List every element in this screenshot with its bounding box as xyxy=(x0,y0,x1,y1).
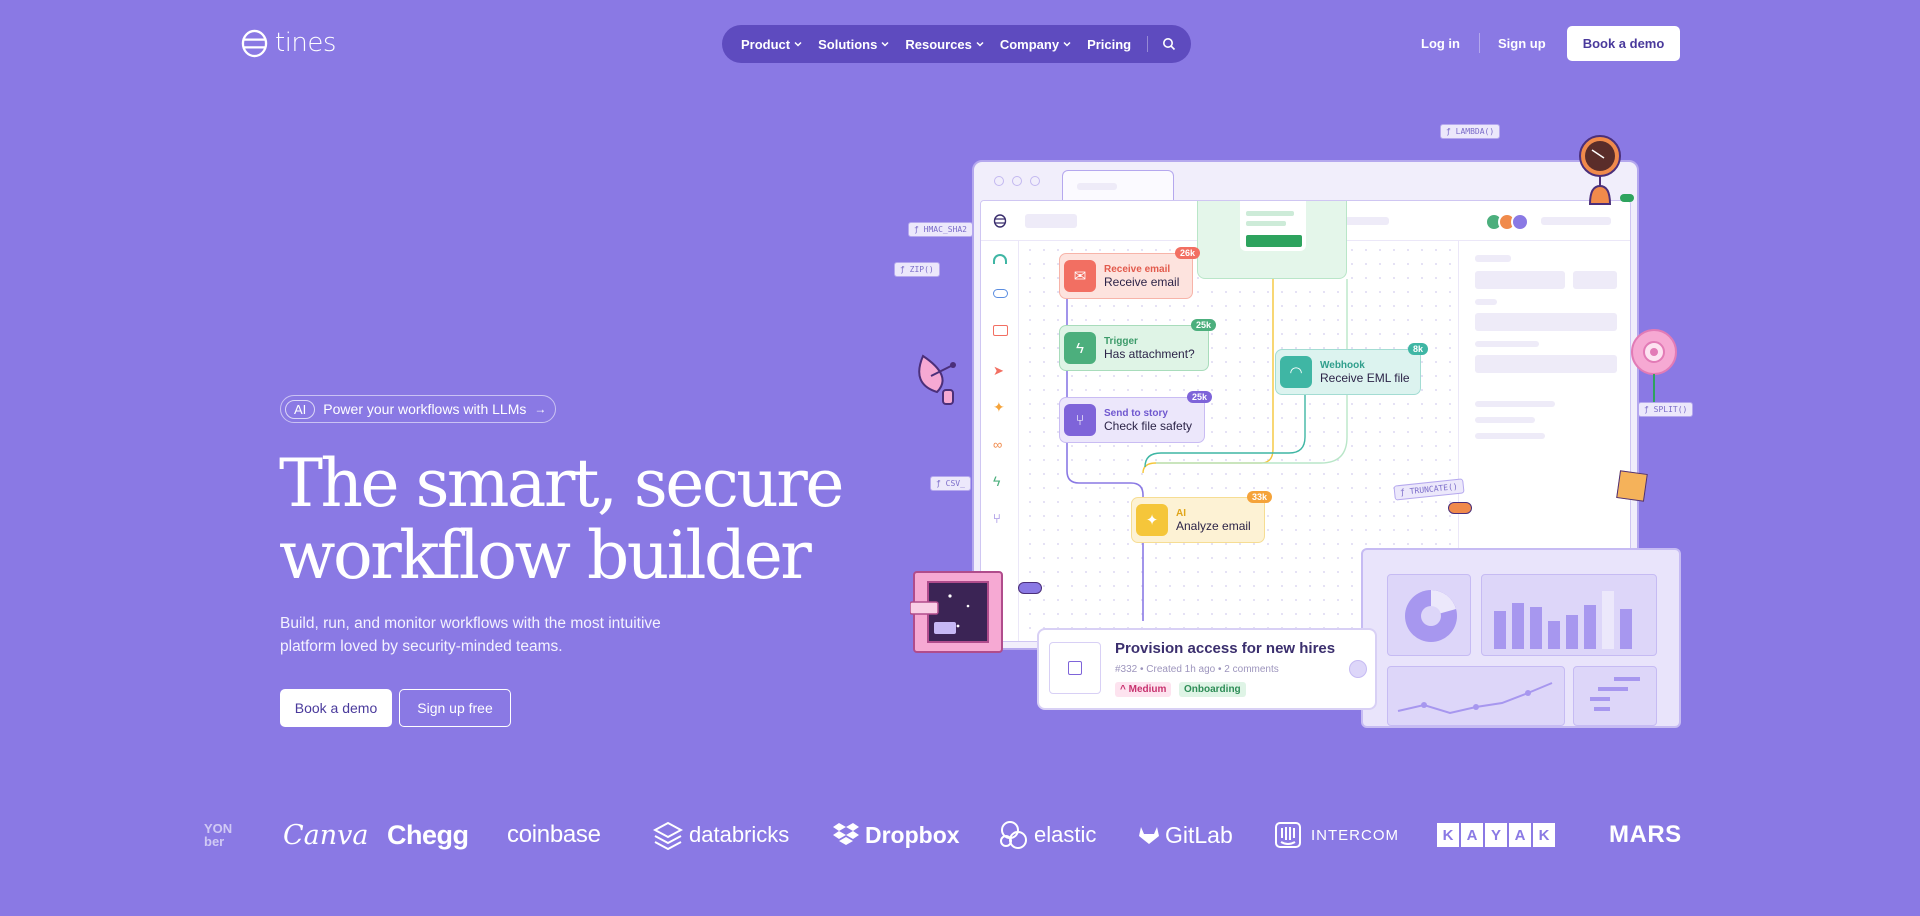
fn-chip-lambda: ƒ LAMBDA() xyxy=(1440,124,1501,139)
window-controls xyxy=(994,176,1040,186)
line-chart-widget xyxy=(1387,666,1565,726)
node-count: 26k xyxy=(1174,247,1200,259)
logo-elastic: elastic xyxy=(998,812,1096,858)
onboarding-tag: Onboarding xyxy=(1179,682,1246,697)
ai-badge: AI xyxy=(285,399,316,419)
login-link[interactable]: Log in xyxy=(1421,36,1460,51)
logo-gitlab: GitLab xyxy=(1138,812,1233,858)
nav-product[interactable]: Product xyxy=(741,37,802,52)
pill-text: Power your workflows with LLMs xyxy=(323,401,527,417)
elastic-icon xyxy=(1000,821,1027,849)
hero-subtitle-line2: platform loved by security-minded teams. xyxy=(280,638,563,655)
hero-title-line1: The smart, secure xyxy=(279,445,844,522)
node-count: 25k xyxy=(1190,319,1216,331)
hero-subtitle-line1: Build, run, and monitor workflows with t… xyxy=(280,615,661,632)
bar-chart-icon xyxy=(1494,591,1632,649)
hero-subtitle: Build, run, and monitor workflows with t… xyxy=(280,612,700,658)
document-icon xyxy=(1049,642,1101,694)
logo-intercom: INTERCOM xyxy=(1275,812,1399,858)
chevron-down-icon xyxy=(881,41,889,47)
product-illustration: ƒ LAMBDA() ƒ HMAC_SHA2 ƒ ZIP() ƒ CSV_ ➤ … xyxy=(880,120,1694,740)
logo-text: tines xyxy=(275,28,336,58)
nav-company[interactable]: Company xyxy=(1000,37,1071,52)
dropbox-icon xyxy=(833,823,859,845)
databricks-icon xyxy=(653,821,683,850)
space-frame-icon xyxy=(910,571,1003,653)
chevron-down-icon xyxy=(794,41,802,47)
nav-resources[interactable]: Resources xyxy=(905,36,984,52)
bolt-icon: ϟ xyxy=(1064,332,1096,364)
tines-logo[interactable]: tines xyxy=(241,28,336,58)
nav-product-label: Product xyxy=(741,36,791,52)
hero-title-line2: workflow builder xyxy=(279,517,812,594)
node-count: 33k xyxy=(1246,491,1272,503)
nav-solutions[interactable]: Solutions xyxy=(818,37,889,52)
node-receive-email[interactable]: ✉ Receive email Receive email 26k xyxy=(1059,247,1200,299)
fn-chip-split: ƒ SPLIT() xyxy=(1638,402,1694,417)
webhook-icon: ◠ xyxy=(1280,356,1312,388)
sticky-note xyxy=(1616,470,1648,502)
hero-title: The smart, secure workflow builder xyxy=(279,448,879,592)
chevron-down-icon xyxy=(976,41,984,47)
satellite-dish-icon xyxy=(918,354,956,405)
task-meta: #332 • Created 1h ago • 2 comments xyxy=(1115,664,1279,675)
header-divider xyxy=(1479,33,1480,53)
window-tab xyxy=(1062,170,1174,200)
task-title: Provision access for new hires xyxy=(1115,640,1336,657)
book-demo-button[interactable]: Book a demo xyxy=(280,689,392,727)
chevron-down-icon xyxy=(1063,41,1071,47)
node-send-to-story[interactable]: ⑂ Send to story Check file safety 25k xyxy=(1059,391,1212,443)
dashboard-panel xyxy=(1361,548,1681,728)
intercom-icon xyxy=(1275,822,1301,848)
bell-icon xyxy=(1579,135,1634,205)
toggle-pill xyxy=(1018,582,1042,594)
book-demo-button-header[interactable]: Book a demo xyxy=(1567,26,1680,61)
logo-mars: MARS xyxy=(1609,821,1682,848)
logo-coinbase: coinbase xyxy=(507,821,601,848)
node-count: 8k xyxy=(1407,343,1428,355)
main-nav: Product Solutions Resources Company Pric… xyxy=(722,25,1191,63)
avatar xyxy=(1349,660,1367,678)
tines-logo-icon xyxy=(241,29,268,57)
logo-canva: Canva xyxy=(283,819,369,851)
signup-link[interactable]: Sign up xyxy=(1498,36,1546,51)
nav-pricing-label: Pricing xyxy=(1087,36,1132,52)
nav-divider xyxy=(1147,36,1149,52)
priority-badge: ^ Medium xyxy=(1115,682,1172,697)
node-trigger[interactable]: ϟ Trigger Has attachment? 25k xyxy=(1059,319,1216,371)
gitlab-icon xyxy=(1139,827,1159,844)
sparkle-icon: ✦ xyxy=(1136,504,1168,536)
toggle-pill xyxy=(1448,502,1472,514)
fn-chip-hmac: ƒ HMAC_SHA2 xyxy=(908,222,973,237)
line-chart-icon xyxy=(1397,682,1553,715)
logo-dropbox: Dropbox xyxy=(832,812,960,858)
mail-icon: ✉ xyxy=(1064,260,1096,292)
task-card[interactable]: Provision access for new hires #332 • Cr… xyxy=(1037,628,1377,710)
nav-solutions-label: Solutions xyxy=(818,36,878,52)
nav-pricing[interactable]: Pricing xyxy=(1087,37,1131,52)
nav-company-label: Company xyxy=(999,36,1060,52)
pie-chart-icon xyxy=(1405,590,1457,642)
node-ai[interactable]: ✦ AI Analyze email 33k xyxy=(1131,491,1272,543)
ai-announcement-pill[interactable]: AI Power your workflows with LLMs → xyxy=(280,395,557,423)
fn-chip-zip: ƒ ZIP() xyxy=(894,262,940,277)
fn-chip-csv: ƒ CSV_ xyxy=(930,476,971,491)
sign-up-free-button[interactable]: Sign up free xyxy=(399,689,511,727)
nav-resources-label: Resources xyxy=(905,36,972,52)
node-count: 25k xyxy=(1186,391,1212,403)
list-widget xyxy=(1573,666,1657,726)
node-webhook[interactable]: ◠ Webhook Receive EML file 8k xyxy=(1275,343,1428,395)
branch-icon: ⑂ xyxy=(1064,404,1096,436)
search-icon[interactable] xyxy=(1162,37,1176,51)
logo-chegg: Chegg xyxy=(387,819,469,850)
bar-chart-widget xyxy=(1481,574,1657,656)
logo-kayak: K A Y A K xyxy=(1437,812,1555,858)
logo-databricks: databricks xyxy=(653,812,789,858)
logo-partial: YON ber xyxy=(204,821,233,849)
customer-logos: YON ber Canva Chegg coinbase databricks D… xyxy=(0,812,1920,858)
arrow-right-icon: → xyxy=(534,402,547,416)
